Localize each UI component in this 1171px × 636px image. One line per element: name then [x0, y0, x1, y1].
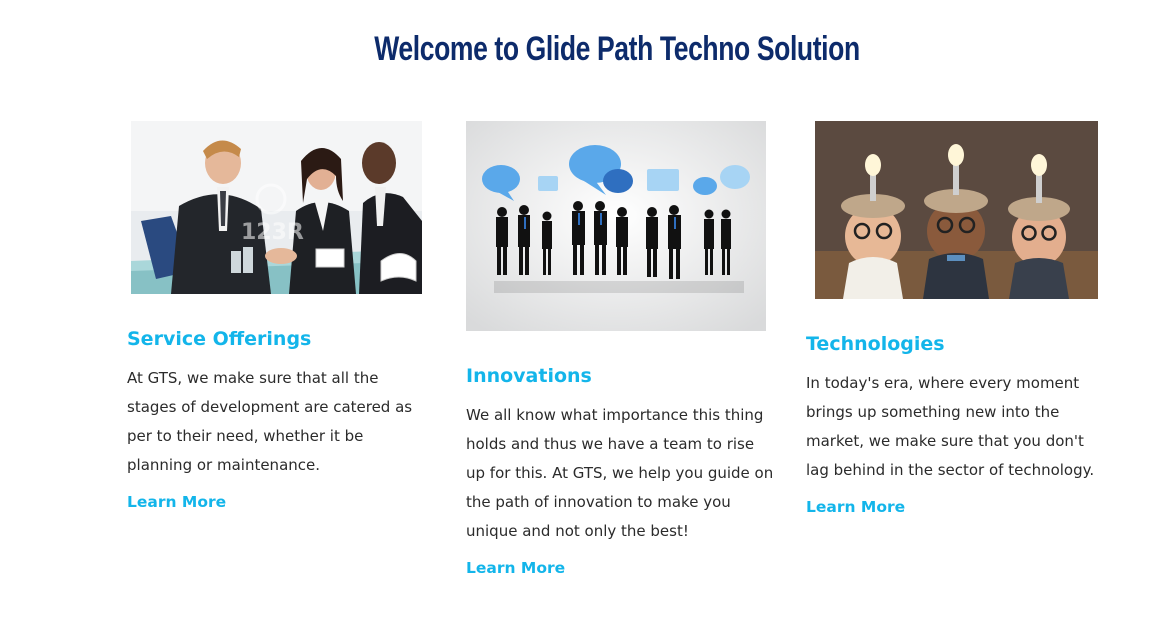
technologies-title: Technologies — [806, 333, 945, 355]
technologies-text: In today's era, where every moment bring… — [806, 374, 1095, 479]
service-offerings-text: At GTS, we make sure that all the stages… — [127, 369, 413, 474]
service-offerings-learn-more-link[interactable]: Learn More — [127, 493, 226, 511]
page-title: Welcome to Glide Path Techno Solution — [374, 30, 860, 68]
card-service-offerings: 123R Service Offerings At GTS, we make s… — [127, 121, 427, 521]
innovation-people-image — [466, 121, 766, 331]
watermark-text: 123R — [241, 220, 304, 245]
service-offerings-title: Service Offerings — [127, 328, 312, 350]
innovations-text: We all know what importance this thing h… — [466, 406, 774, 540]
card-technologies: Technologies In today's era, where every… — [806, 121, 1106, 521]
kids-lightbulb-helmets-image — [815, 121, 1098, 299]
technologies-learn-more-link[interactable]: Learn More — [806, 498, 905, 516]
business-meeting-image: 123R — [131, 121, 422, 294]
innovations-title: Innovations — [466, 365, 592, 387]
innovations-learn-more-link[interactable]: Learn More — [466, 559, 565, 577]
card-innovations: Innovations We all know what importance … — [466, 121, 776, 591]
